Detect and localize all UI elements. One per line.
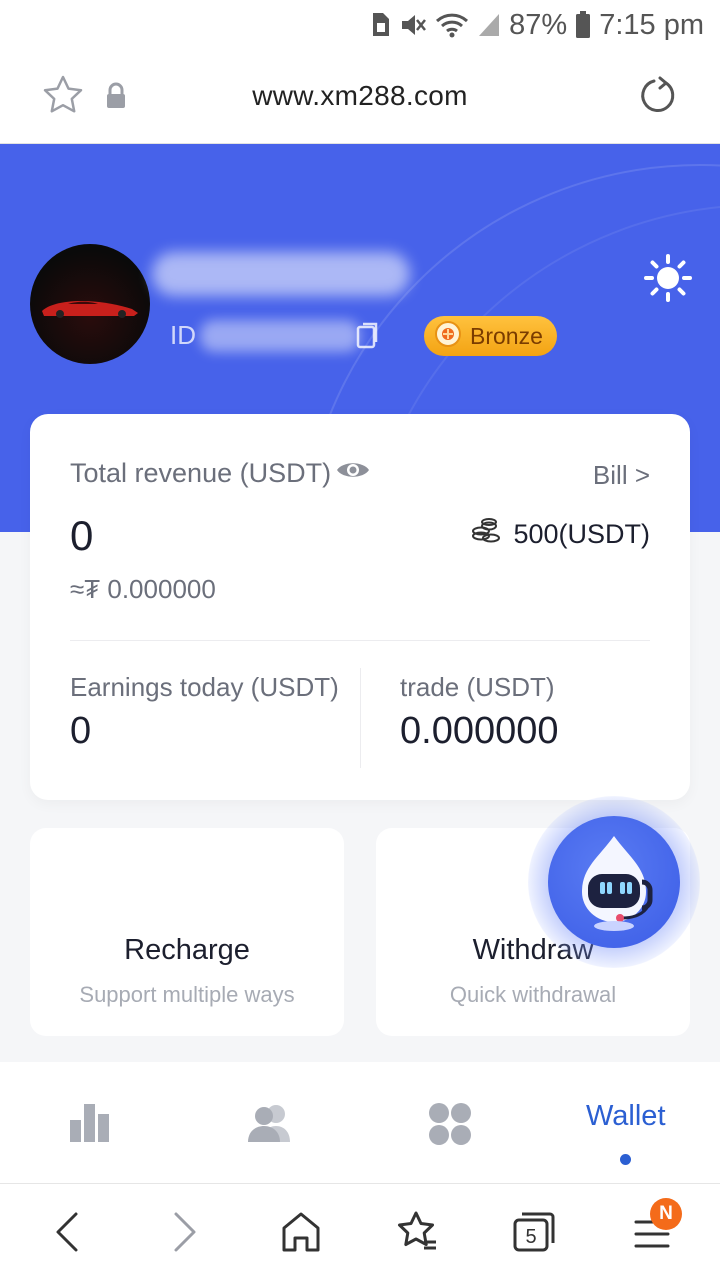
theme-sun-icon[interactable] [644, 254, 692, 307]
back-icon[interactable] [52, 1210, 82, 1259]
reload-icon[interactable] [638, 76, 678, 121]
earnings-today-value: 0 [70, 710, 92, 752]
battery-icon [575, 11, 591, 39]
coins-icon [471, 518, 501, 551]
total-revenue-label: Total revenue (USDT) [70, 458, 332, 488]
recharge-title: Recharge [124, 934, 250, 966]
eye-icon[interactable] [335, 458, 371, 489]
trade-label: trade (USDT) [400, 672, 555, 702]
earnings-today-label: Earnings today (USDT) [70, 672, 339, 702]
total-revenue-header: Total revenue (USDT) [70, 458, 371, 489]
chart-icon[interactable] [68, 1102, 112, 1149]
wifi-icon [435, 12, 469, 38]
status-icons: 87% 7:15 pm [369, 6, 704, 44]
url-field[interactable]: www.xm288.com [0, 80, 720, 112]
nav-wallet[interactable]: Wallet [586, 1100, 666, 1133]
username-redacted [152, 252, 410, 296]
bill-link[interactable]: Bill > [593, 460, 650, 491]
withdraw-subtitle: Quick withdrawal [449, 982, 617, 1007]
home-icon[interactable] [280, 1210, 322, 1259]
support-bot-button[interactable] [548, 816, 680, 948]
approx-value: ≈₮ 0.000000 [70, 574, 216, 604]
avatar[interactable] [30, 244, 150, 364]
revenue-card: Total revenue (USDT) Bill > 0 500(USDT) … [30, 414, 690, 800]
browser-bottom-bar: 5 N [0, 1184, 720, 1280]
active-indicator [620, 1154, 631, 1165]
app-bottom-nav: Wallet [0, 1062, 720, 1184]
recharge-subtitle: Support multiple ways [79, 982, 295, 1007]
clock: 7:15 pm [599, 8, 704, 41]
total-revenue-value: 0 [70, 512, 94, 559]
apps-icon[interactable] [428, 1102, 472, 1151]
notification-badge: N [650, 1198, 682, 1230]
badge-medal-icon [434, 320, 462, 353]
level-badge-label: Bronze [470, 322, 543, 349]
balance-value: 500(USDT) [513, 519, 650, 549]
vertical-divider [360, 668, 361, 768]
signal-icon [477, 12, 501, 38]
divider [70, 640, 650, 641]
tabs-count: 5 [525, 1226, 536, 1248]
users-icon[interactable] [246, 1102, 294, 1149]
robot-icon [582, 836, 653, 931]
user-id-redacted [200, 320, 360, 352]
mute-icon [399, 12, 427, 38]
bookmarks-icon[interactable] [396, 1210, 440, 1259]
trade-value: 0.000000 [400, 710, 559, 752]
user-id-label: ID [170, 320, 196, 350]
battery-level: 87% [509, 8, 568, 41]
car-image [42, 301, 138, 318]
level-badge: Bronze [424, 316, 557, 356]
tabs-icon[interactable]: 5 [512, 1210, 556, 1259]
balance: 500(USDT) [471, 518, 650, 551]
status-bar: 87% 7:15 pm [0, 0, 720, 50]
recharge-button[interactable]: Recharge Support multiple ways [30, 828, 344, 1036]
copy-icon[interactable] [356, 322, 380, 355]
forward-icon[interactable] [170, 1210, 200, 1259]
sim-icon [369, 12, 391, 38]
browser-address-bar: www.xm288.com [0, 50, 720, 144]
